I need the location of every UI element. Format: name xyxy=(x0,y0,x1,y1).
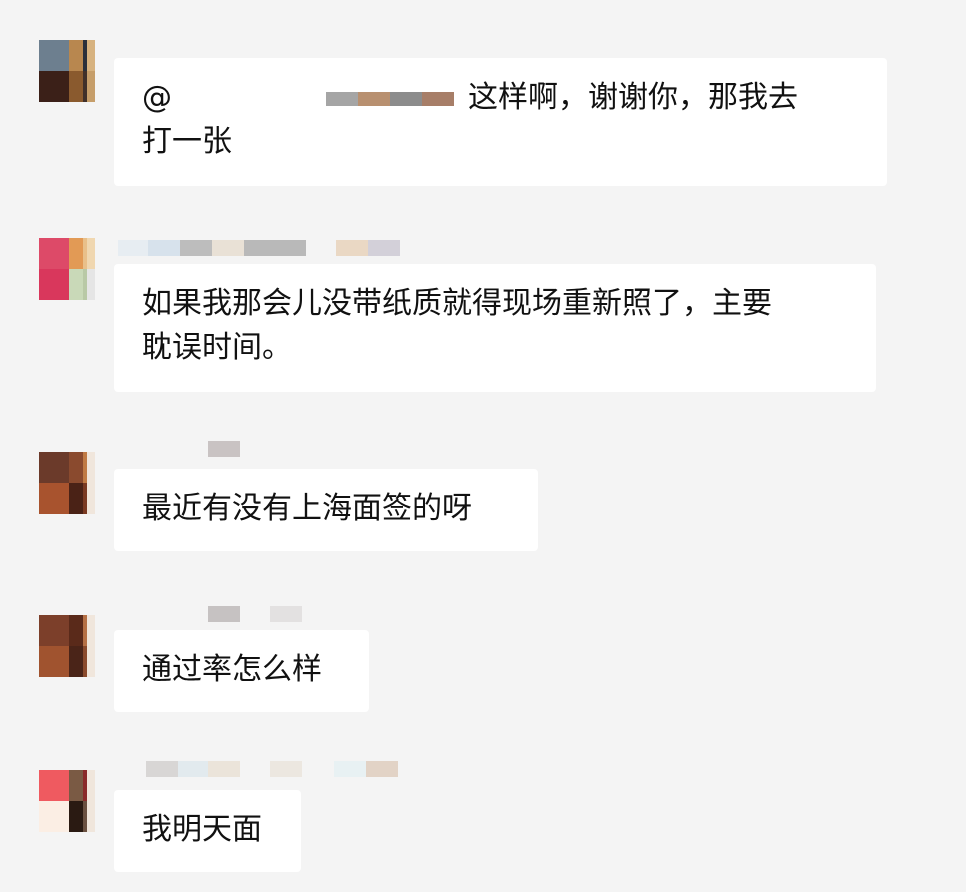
sender-name-blurred xyxy=(118,240,400,256)
avatar[interactable] xyxy=(39,770,95,832)
message-bubble[interactable]: 通过率怎么样 xyxy=(114,630,369,712)
message-text: 最近有没有上海面签的呀 xyxy=(142,491,472,526)
avatar[interactable] xyxy=(39,615,95,677)
avatar[interactable] xyxy=(39,238,95,300)
message-text: 如果我那会儿没带纸质就得现场重新照了，主要 xyxy=(142,286,772,321)
message-text: 这样啊，谢谢你，那我去 xyxy=(468,80,798,115)
message-text-line2: 打一张 xyxy=(142,124,232,159)
message-text: 我明天面 xyxy=(142,812,262,847)
message-bubble[interactable]: 我明天面 xyxy=(114,790,301,872)
message-bubble[interactable]: @ 这样啊，谢谢你，那我去 打一张 xyxy=(114,58,887,186)
message-bubble[interactable]: 最近有没有上海面签的呀 xyxy=(114,469,538,551)
avatar[interactable] xyxy=(39,40,95,102)
sender-name-blurred xyxy=(118,606,302,622)
redacted-mosaic xyxy=(326,91,454,106)
message-bubble[interactable]: 如果我那会儿没带纸质就得现场重新照了，主要 耽误时间。 xyxy=(114,264,876,392)
message-text: 通过率怎么样 xyxy=(142,652,322,687)
avatar[interactable] xyxy=(39,452,95,514)
sender-name-blurred xyxy=(118,761,398,777)
sender-name-blurred xyxy=(118,441,240,457)
mention-text: @ xyxy=(142,80,172,115)
message-text-line2: 耽误时间。 xyxy=(142,330,292,365)
